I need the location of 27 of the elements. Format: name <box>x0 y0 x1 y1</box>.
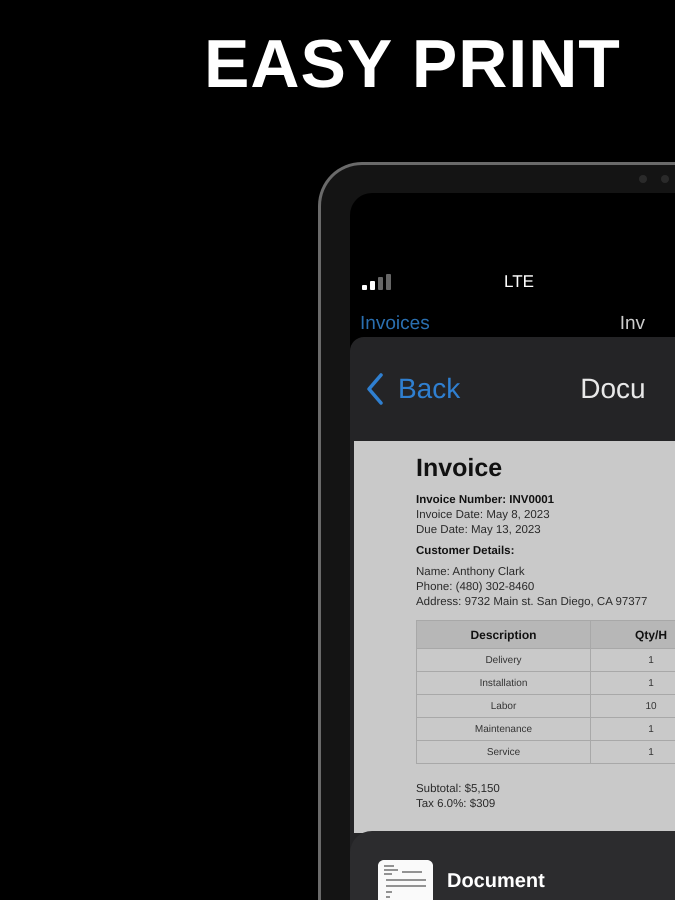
column-header: Description <box>416 620 590 648</box>
table-cell: Service <box>416 740 590 764</box>
customer-detail: Name: Anthony Clark <box>416 565 526 580</box>
table-cell: Labor <box>416 694 590 718</box>
screen-title: Inv <box>620 313 646 335</box>
headline: EASY PRINT <box>204 26 621 102</box>
network-label: LTE <box>504 272 534 292</box>
table-cell: Maintenance <box>416 718 590 740</box>
signal-icon <box>362 274 392 290</box>
back-button[interactable]: Back <box>366 373 460 405</box>
nav-title: Docu <box>580 373 646 405</box>
column-header: Qty/H <box>590 620 675 648</box>
back-link[interactable]: Invoices <box>360 313 430 335</box>
table-cell: Installation <box>416 672 590 694</box>
invoice-date: Due Date: May 13, 2023 <box>416 523 542 538</box>
customer-heading: Customer Details: <box>416 544 516 559</box>
invoice-title: Invoice <box>416 453 504 483</box>
invoice-date: Invoice Date: May 8, 2023 <box>416 508 551 523</box>
customer-detail: Phone: (480) 302-8460 <box>416 580 536 595</box>
total-line: Tax 6.0%: $309 <box>416 797 496 812</box>
chevron-left-icon <box>366 373 384 405</box>
table-cell: Delivery <box>416 648 590 672</box>
document-thumbnail <box>378 860 433 900</box>
customer-detail: Address: 9732 Main st. San Diego, CA 97377 <box>416 595 648 610</box>
total-line: Subtotal: $5,150 <box>416 782 501 797</box>
document-title: Document <box>447 870 545 893</box>
invoice-number: Invoice Number: INV0001 <box>416 493 556 508</box>
